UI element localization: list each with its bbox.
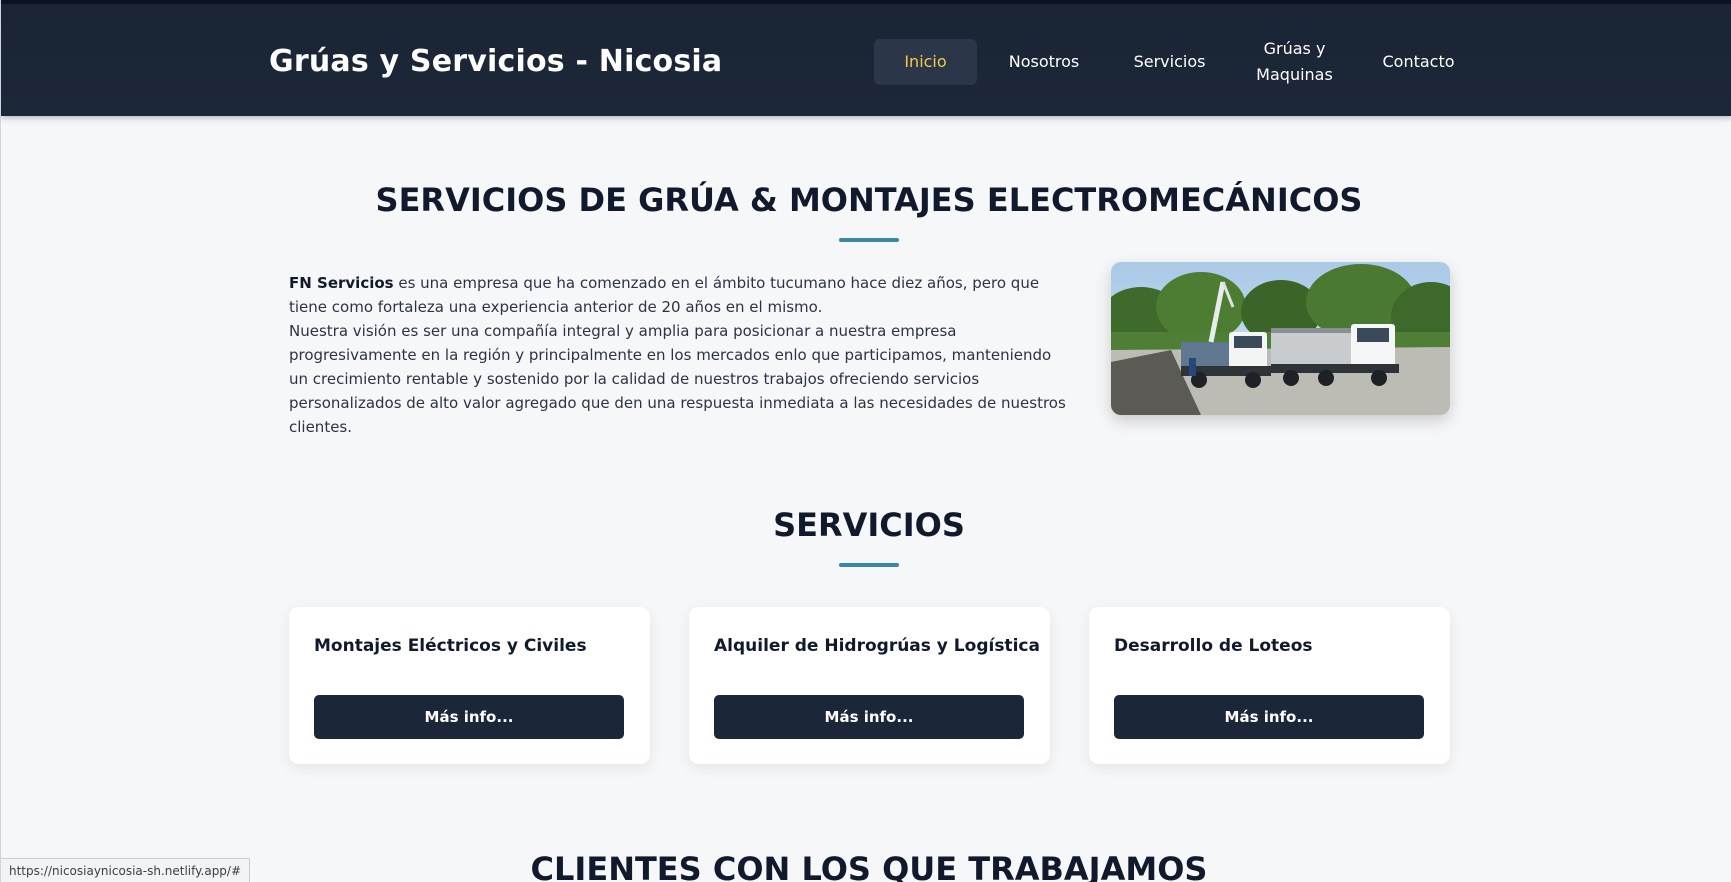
hero-title: SERVICIOS DE GRÚA & MONTAJES ELECTROMECÁ… (375, 181, 1363, 219)
service-card-title: Desarrollo de Loteos (1114, 636, 1313, 656)
crane-trucks-photo (1111, 262, 1450, 415)
link-status-bar: https://nicosiaynicosia-sh.netlify.app/# (1, 858, 251, 882)
more-info-button[interactable]: Más info... (1114, 695, 1424, 739)
company-name: FN Servicios (289, 274, 394, 292)
more-info-button[interactable]: Más info... (714, 695, 1024, 739)
page: Grúas y Servicios - Nicosia Inicio Nosot… (0, 0, 1731, 882)
service-card-loteos: Desarrollo de Loteos Más info... (1089, 607, 1450, 764)
main-nav: Inicio Nosotros Servicios Grúas y Maquin… (874, 38, 1476, 86)
hero-paragraph-1: es una empresa que ha comenzado en el ám… (289, 274, 1040, 316)
nav-item-gruas-maquinas[interactable]: Grúas y Maquinas (1228, 39, 1361, 85)
service-card-alquiler: Alquiler de Hidrogrúas y Logística Más i… (689, 607, 1050, 764)
brand-title[interactable]: Grúas y Servicios - Nicosia (269, 44, 722, 79)
nav-item-inicio[interactable]: Inicio (874, 39, 977, 85)
service-card-title: Alquiler de Hidrogrúas y Logística (714, 636, 1040, 656)
clients-title: CLIENTES CON LOS QUE TRABAJAMOS (530, 850, 1208, 882)
hero-divider (839, 238, 899, 242)
nav-item-contacto[interactable]: Contacto (1361, 39, 1476, 85)
hero-description: FN Servicios es una empresa que ha comen… (289, 271, 1069, 439)
more-info-button[interactable]: Más info... (314, 695, 624, 739)
service-card-montajes: Montajes Eléctricos y Civiles Más info..… (289, 607, 650, 764)
services-divider (839, 563, 899, 567)
services-title: SERVICIOS (773, 506, 965, 544)
service-card-title: Montajes Eléctricos y Civiles (314, 636, 587, 656)
nav-item-servicios[interactable]: Servicios (1111, 39, 1228, 85)
nav-item-nosotros[interactable]: Nosotros (977, 39, 1111, 85)
site-header: Grúas y Servicios - Nicosia Inicio Nosot… (1, 0, 1731, 116)
hero-paragraph-2: Nuestra visión es ser una compañía integ… (289, 322, 1066, 436)
